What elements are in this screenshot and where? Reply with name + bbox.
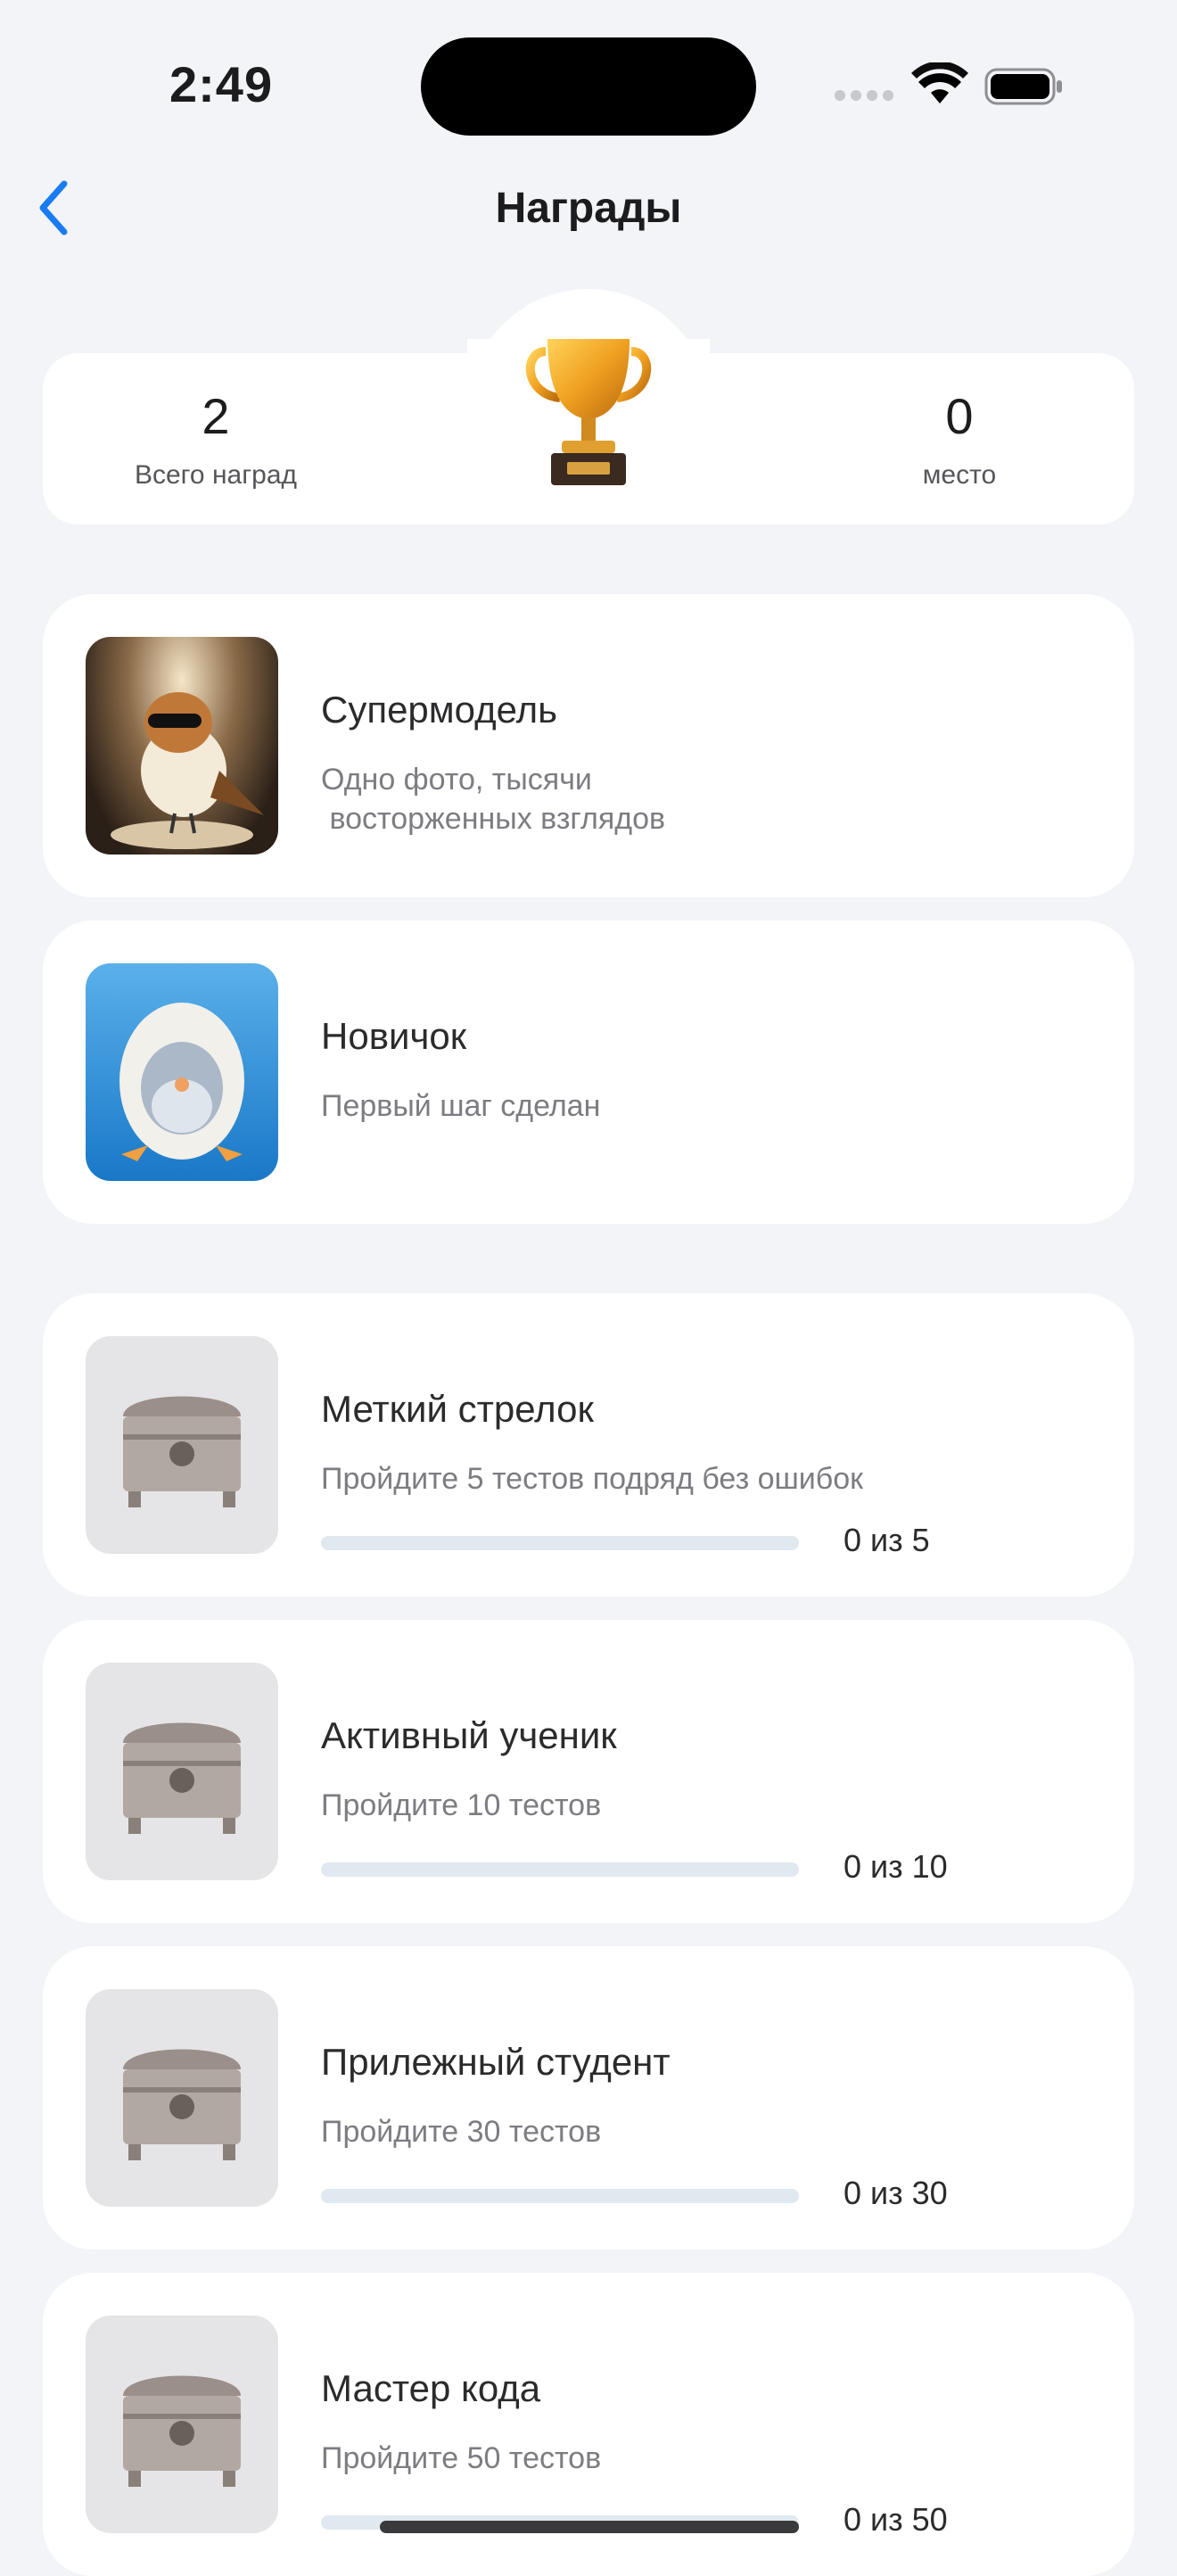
award-card-active-learner[interactable]: Активный ученик Пройдите 10 тестов 0 из …: [43, 1620, 1134, 1923]
award-description: Пройдите 50 тестов: [321, 2441, 602, 2475]
supermodel-bird-image: [86, 637, 278, 855]
cellular-signal-icon: [835, 89, 899, 105]
dynamic-island: [421, 37, 756, 136]
progress-count: 0 из 30: [844, 2175, 948, 2211]
award-title: Мастер кода: [321, 2367, 541, 2409]
treasure-chest-icon: [86, 1336, 278, 1554]
award-description: Пройдите 30 тестов: [321, 2115, 602, 2149]
novice-egg-image: [86, 963, 278, 1181]
award-description: Одно фото, тысячи восторженных взглядов: [321, 763, 666, 836]
battery-icon: [984, 68, 1062, 105]
award-title: Супермодель: [321, 689, 557, 731]
progress-count: 0 из 50: [844, 2501, 948, 2538]
status-time: 2:49: [169, 56, 274, 112]
status-bar: 2:49: [0, 0, 1177, 169]
award-description: Пройдите 5 тестов подряд без ошибок: [321, 1462, 864, 1496]
progress-bar: [321, 1862, 799, 1877]
progress-bar: [321, 2189, 799, 2203]
treasure-chest-icon: [86, 1989, 278, 2207]
page-title: Награды: [495, 185, 682, 232]
award-title: Активный ученик: [321, 1714, 617, 1756]
progress-count: 0 из 10: [844, 1848, 948, 1885]
award-title: Меткий стрелок: [321, 1388, 594, 1430]
award-title: Новичок: [321, 1015, 467, 1057]
total-awards-value: 2: [202, 388, 230, 444]
award-card-diligent-student[interactable]: Прилежный студент Пройдите 30 тестов 0 и…: [43, 1946, 1134, 2250]
award-title: Прилежный студент: [321, 2041, 671, 2083]
award-card-sharpshooter[interactable]: Меткий стрелок Пройдите 5 тестов подряд …: [43, 1293, 1134, 1597]
award-description: Пройдите 10 тестов: [321, 1788, 602, 1822]
treasure-chest-icon: [86, 2316, 278, 2533]
total-awards-label: Всего наград: [134, 460, 298, 490]
award-card-supermodel[interactable]: Супермодель Одно фото, тысячи восторженн…: [43, 594, 1134, 897]
award-card-novice[interactable]: Новичок Первый шаг сделан: [43, 921, 1134, 1224]
treasure-chest-icon: [86, 1663, 278, 1880]
progress-bar: [321, 1536, 799, 1550]
award-description: Первый шаг сделан: [321, 1089, 601, 1123]
place-value: 0: [945, 388, 974, 444]
progress-count: 0 из 5: [844, 1522, 930, 1558]
trophy-icon: [525, 339, 652, 485]
place-label: место: [922, 460, 997, 490]
home-indicator[interactable]: [380, 2521, 799, 2533]
wifi-icon: [911, 62, 968, 103]
